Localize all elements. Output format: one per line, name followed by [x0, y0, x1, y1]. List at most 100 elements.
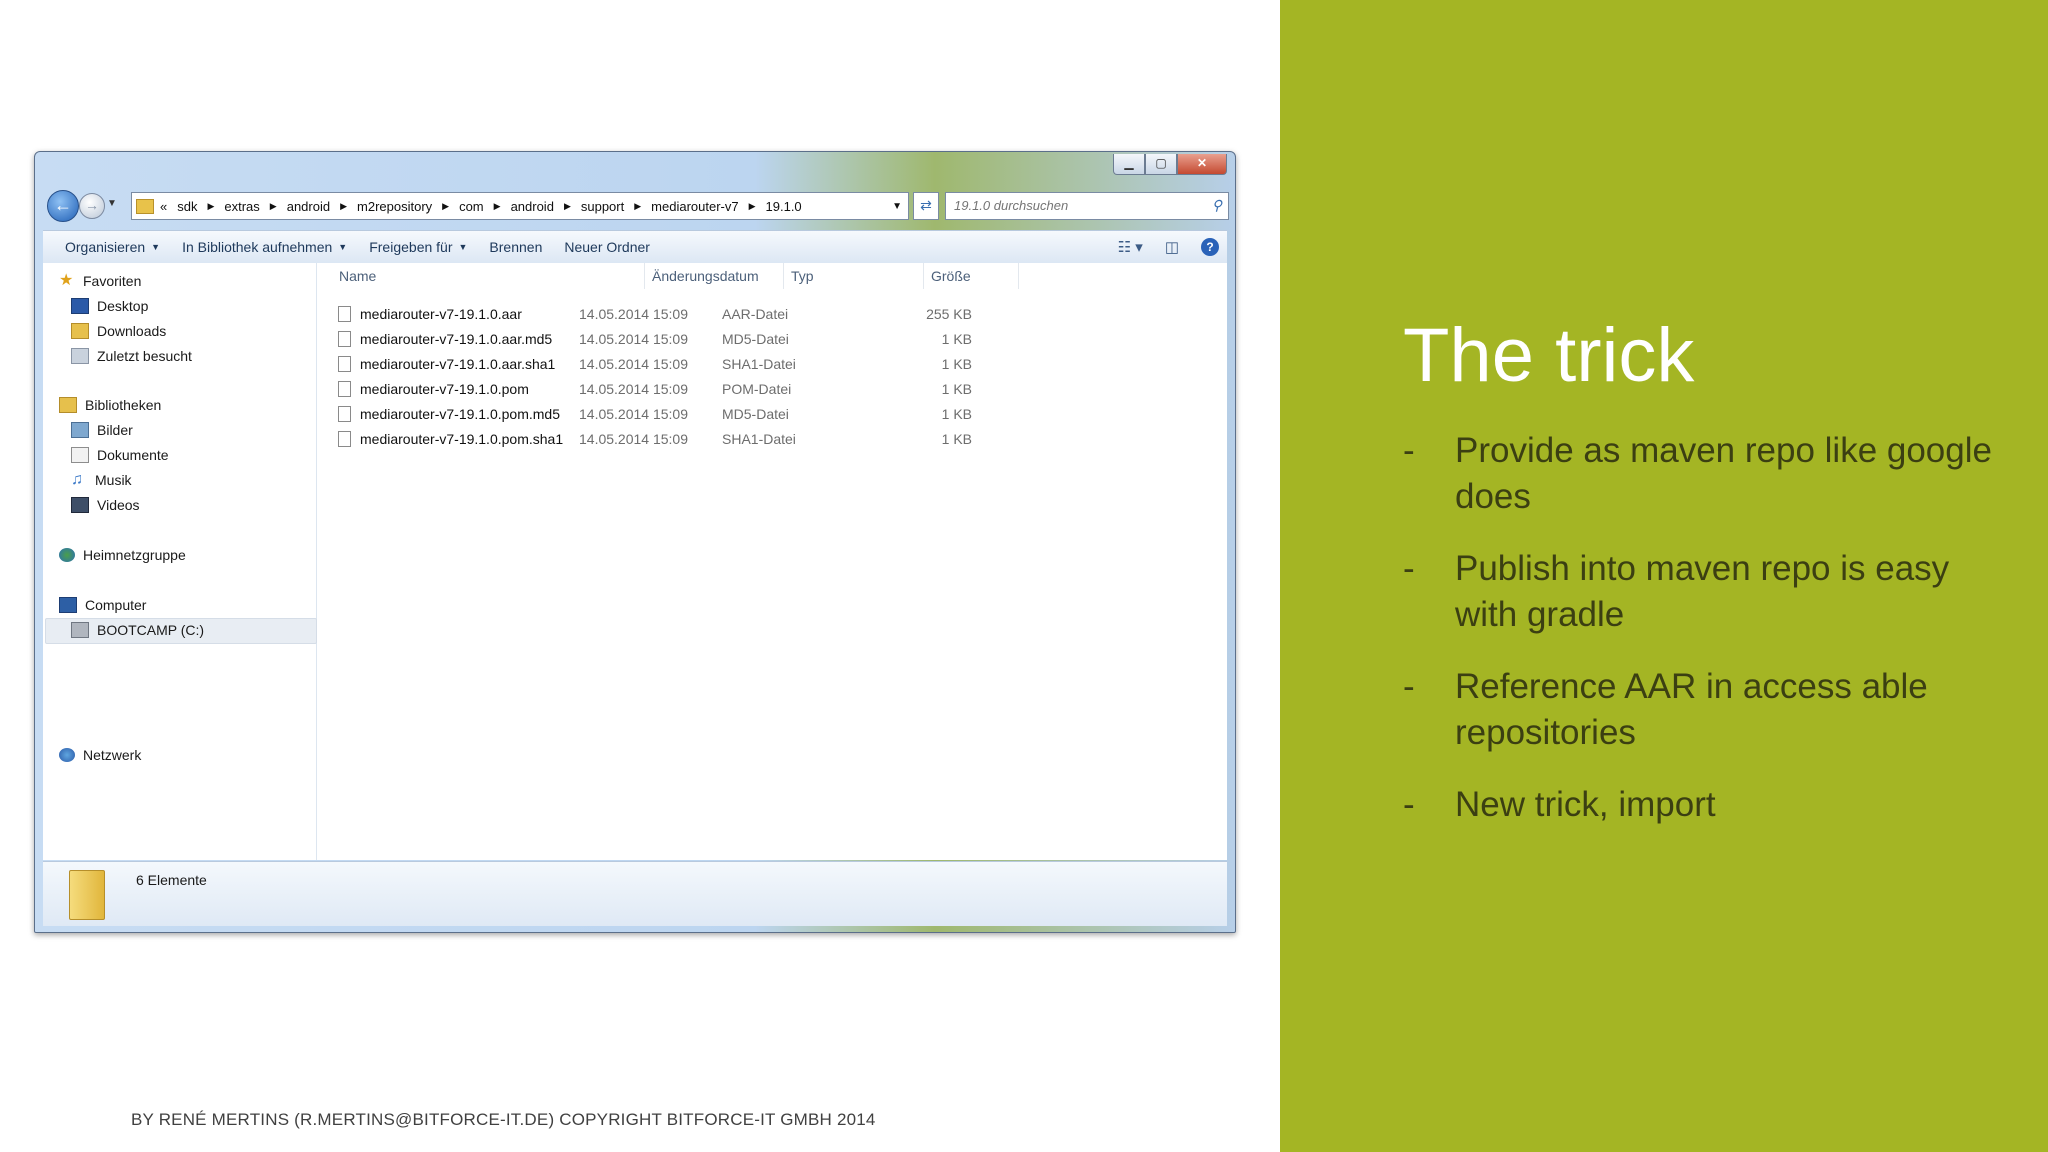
bullet-text: Publish into maven repo is easy with gra… [1455, 549, 1950, 634]
forward-button[interactable]: → [79, 193, 105, 219]
breadcrumb-com[interactable]: com ▶ [459, 199, 510, 214]
burn-button[interactable]: Brennen [489, 239, 542, 255]
nav-favorites[interactable]: ★ Favoriten [59, 273, 141, 290]
chevron-right-icon[interactable]: ▶ [749, 201, 756, 212]
file-name: mediarouter-v7-19.1.0.aar.md5 [360, 331, 553, 347]
file-icon [338, 356, 351, 372]
breadcrumb-support[interactable]: support ▶ [581, 199, 651, 214]
computer-icon [59, 597, 77, 613]
maximize-button[interactable]: ▢ [1145, 154, 1177, 175]
nav-music[interactable]: ♫ Musik [71, 471, 132, 489]
file-date: 14.05.2014 15:09 [579, 331, 688, 347]
nav-videos[interactable]: Videos [71, 497, 140, 513]
nav-label: Computer [85, 597, 147, 613]
music-note-icon: ♫ [71, 471, 83, 488]
breadcrumb-android[interactable]: android ▶ [287, 199, 357, 214]
file-name: mediarouter-v7-19.1.0.pom.sha1 [360, 431, 564, 447]
nav-drive-c[interactable]: BOOTCAMP (C:) [71, 622, 204, 638]
help-icon[interactable]: ? [1201, 238, 1219, 256]
nav-homegroup[interactable]: Heimnetzgruppe [59, 547, 186, 563]
network-icon [59, 748, 75, 762]
nav-desktop[interactable]: Desktop [71, 298, 148, 314]
include-in-library-menu[interactable]: In Bibliothek aufnehmen ▼ [182, 239, 347, 255]
file-size: 1 KB [941, 431, 972, 447]
breadcrumb-label: 19.1.0 [765, 198, 802, 214]
table-row[interactable]: mediarouter-v7-19.1.0.aar.md5 14.05.2014… [317, 327, 1227, 351]
organize-menu[interactable]: Organisieren ▼ [65, 239, 160, 255]
address-bar[interactable]: « sdk ▶ extras ▶ android ▶ m2repository ▶ co… [131, 192, 909, 220]
nav-libraries[interactable]: Bibliotheken [59, 397, 161, 413]
new-folder-button[interactable]: Neuer Ordner [564, 239, 650, 255]
chevron-right-icon[interactable]: ▶ [270, 201, 277, 212]
file-icon [338, 381, 351, 397]
nav-label: Bilder [97, 422, 133, 438]
nav-computer[interactable]: Computer [59, 597, 146, 613]
refresh-icon: ⇄ [920, 197, 932, 213]
back-button[interactable]: ← [47, 190, 79, 222]
breadcrumb-label: com [459, 198, 484, 214]
column-header-date[interactable]: Änderungsdatum [645, 263, 784, 289]
breadcrumb-mediarouter[interactable]: mediarouter-v7 ▶ [651, 199, 765, 214]
preview-pane-icon[interactable]: ◫ [1165, 238, 1179, 256]
table-row[interactable]: mediarouter-v7-19.1.0.aar 14.05.2014 15:… [317, 302, 1227, 326]
breadcrumb-label: m2repository [357, 198, 433, 214]
address-overflow[interactable]: « [160, 199, 167, 214]
file-date: 14.05.2014 15:09 [579, 381, 688, 397]
bullet-marker: - [1403, 785, 1415, 824]
table-row[interactable]: mediarouter-v7-19.1.0.pom 14.05.2014 15:… [317, 377, 1227, 401]
address-dropdown-icon[interactable]: ▼ [892, 201, 902, 212]
nav-network[interactable]: Netzwerk [59, 747, 141, 763]
bullet-marker: - [1403, 667, 1415, 706]
nav-pictures[interactable]: Bilder [71, 422, 133, 438]
recent-places-icon [71, 348, 89, 364]
file-type: AAR-Datei [722, 306, 789, 322]
bullet-marker: - [1403, 431, 1415, 470]
file-name: mediarouter-v7-19.1.0.aar.sha1 [360, 356, 556, 372]
table-row[interactable]: mediarouter-v7-19.1.0.aar.sha1 14.05.201… [317, 352, 1227, 376]
nav-documents[interactable]: Dokumente [71, 447, 169, 463]
file-type: MD5-Datei [722, 406, 789, 422]
share-with-menu[interactable]: Freigeben für ▼ [369, 239, 467, 255]
nav-label: Netzwerk [83, 747, 142, 763]
breadcrumb-sdk[interactable]: sdk ▶ [177, 199, 224, 214]
nav-recent[interactable]: Zuletzt besucht [71, 348, 192, 364]
breadcrumb-android-2[interactable]: android ▶ [511, 199, 581, 214]
caret-down-icon: ▼ [458, 242, 468, 252]
breadcrumb-label: support [580, 198, 625, 214]
file-size: 1 KB [941, 331, 972, 347]
homegroup-icon [59, 548, 75, 562]
breadcrumb-version[interactable]: 19.1.0 [766, 199, 802, 214]
search-icon[interactable]: ⚲ [1212, 197, 1222, 214]
breadcrumb-m2repository[interactable]: m2repository ▶ [357, 199, 459, 214]
recent-pages-dropdown[interactable]: ▼ [107, 198, 117, 209]
search-box[interactable]: ⚲ [945, 192, 1229, 220]
file-name: mediarouter-v7-19.1.0.pom [360, 381, 529, 397]
table-row[interactable]: mediarouter-v7-19.1.0.pom.md5 14.05.2014… [317, 402, 1227, 426]
column-header-name[interactable]: Name [332, 263, 645, 289]
file-type: POM-Datei [722, 381, 792, 397]
chevron-right-icon[interactable]: ▶ [494, 201, 501, 212]
close-button[interactable]: ✕ [1177, 154, 1227, 175]
search-input[interactable] [946, 193, 1194, 217]
column-header-type[interactable]: Typ [784, 263, 924, 289]
table-row[interactable]: mediarouter-v7-19.1.0.pom.sha1 14.05.201… [317, 427, 1227, 451]
chevron-right-icon[interactable]: ▶ [207, 201, 214, 212]
breadcrumb-extras[interactable]: extras ▶ [224, 199, 286, 214]
nav-downloads[interactable]: Downloads [71, 323, 166, 339]
minimize-button[interactable]: ▁ [1113, 154, 1145, 175]
refresh-button[interactable]: ⇄ [913, 192, 939, 220]
file-date: 14.05.2014 15:09 [579, 431, 688, 447]
chevron-right-icon[interactable]: ▶ [634, 201, 641, 212]
view-options-icon[interactable]: ☷ ▾ [1118, 238, 1143, 256]
arrow-left-icon: ← [54, 195, 72, 215]
file-type: SHA1-Datei [722, 431, 796, 447]
library-label: In Bibliothek aufnehmen [182, 239, 333, 255]
chevron-right-icon[interactable]: ▶ [564, 201, 571, 212]
slide-title: The trick [1403, 313, 1695, 398]
chevron-right-icon[interactable]: ▶ [442, 201, 449, 212]
column-header-size[interactable]: Größe [924, 263, 1019, 289]
chevron-right-icon[interactable]: ▶ [340, 201, 347, 212]
caret-down-icon: ▼ [338, 242, 348, 252]
caret-down-icon: ▼ [151, 242, 161, 252]
navigation-row: ← → ▼ « sdk ▶ extras ▶ android ▶ m2reposito… [43, 190, 1229, 222]
